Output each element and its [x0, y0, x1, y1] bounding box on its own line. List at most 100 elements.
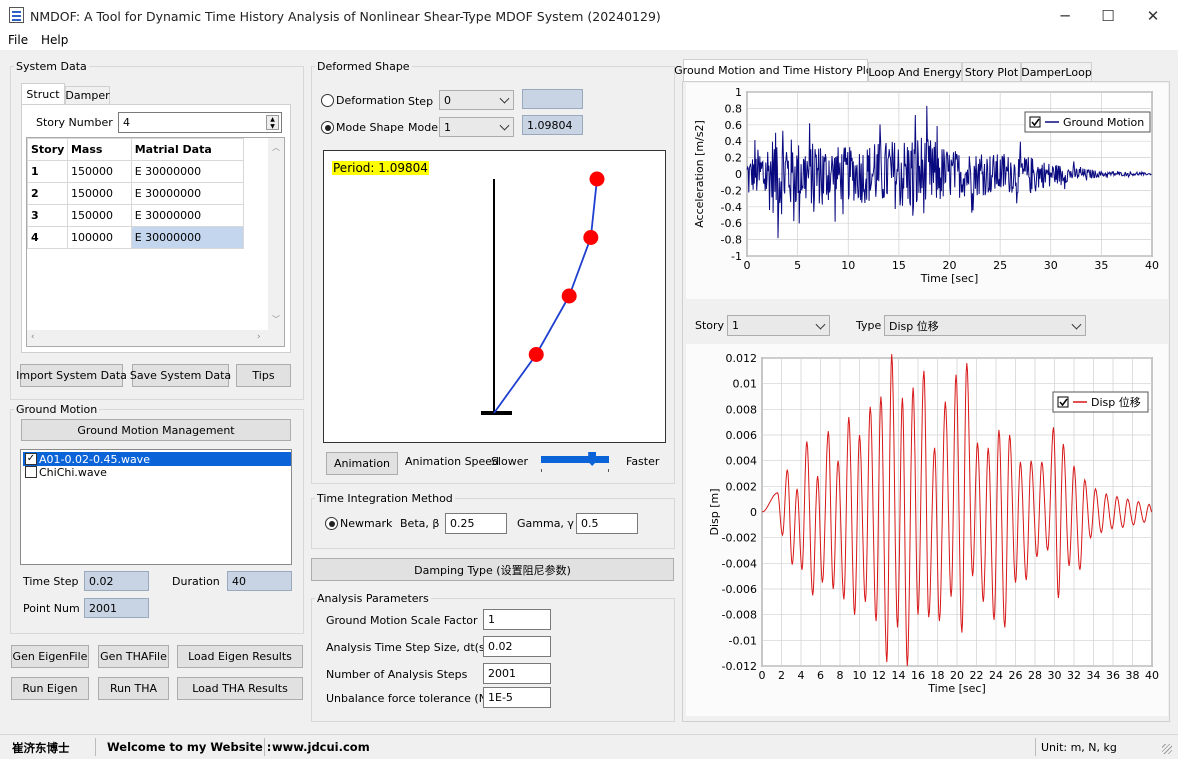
list-item[interactable]: A01-0.02-0.45.wave [39, 453, 150, 466]
point-num-field: 2001 [84, 598, 149, 618]
beta-label: Beta, β [400, 517, 440, 530]
tab-loop-energy[interactable]: Loop And Energy [868, 62, 962, 81]
cell-story[interactable]: 4 [27, 226, 68, 249]
system-data-label: System Data [14, 60, 89, 73]
cell-mass[interactable]: 150000 [66, 182, 132, 205]
step-select[interactable]: 0 [439, 90, 514, 110]
status-website-link[interactable]: www.jdcui.com [272, 740, 370, 754]
status-divider [95, 738, 96, 756]
type-select[interactable]: Disp 位移 [884, 315, 1086, 336]
cell-story[interactable]: 3 [27, 204, 68, 227]
story-select-label: Story [695, 319, 725, 332]
x-tick-label: 16 [911, 669, 925, 682]
cell-material[interactable]: E 30000000 [130, 182, 245, 205]
cell-story[interactable]: 1 [27, 160, 68, 183]
cell-material[interactable]: E 30000000 [130, 204, 245, 227]
mode-select[interactable]: 1 [439, 117, 514, 137]
slower-label: Slower [491, 455, 529, 468]
cell-mass[interactable]: 150000 [66, 160, 132, 183]
tab-damper[interactable]: Damper [65, 86, 110, 104]
scroll-down-icon[interactable]: ﹀ [272, 314, 280, 325]
time-step-size-input[interactable]: 0.02 [483, 636, 551, 657]
scroll-right-icon[interactable]: › [257, 332, 261, 342]
ground-motion-management-button[interactable]: Ground Motion Management [21, 419, 291, 441]
tab-story-plot[interactable]: Story Plot [962, 62, 1021, 81]
tab-struct[interactable]: Struct [21, 83, 65, 104]
deformation-radio[interactable] [321, 94, 334, 107]
maximize-button[interactable]: ☐ [1098, 6, 1118, 26]
gen-eigenfile-button[interactable]: Gen EigenFile [11, 645, 89, 668]
time-step-label: Time Step [23, 575, 79, 588]
y-tick-label: 0.002 [726, 480, 758, 493]
mode-shape-plot [481, 171, 605, 415]
menu-help[interactable]: Help [41, 33, 68, 47]
y-tick-label: 0 [750, 506, 757, 519]
list-checkbox[interactable] [25, 466, 37, 478]
tab-damperloop[interactable]: DamperLoop [1021, 62, 1092, 81]
y-tick-label: -0.2 [721, 184, 742, 197]
table-header-row: Story Mass Matrial Data [27, 138, 245, 161]
table-row[interactable]: 3 150000 E 30000000 [27, 204, 245, 227]
story-select[interactable]: 1 [727, 315, 830, 336]
newmark-radio[interactable] [325, 517, 338, 530]
cell-mass[interactable]: 100000 [66, 226, 132, 249]
cell-material[interactable]: E 30000000 [130, 226, 245, 249]
gen-thafile-button[interactable]: Gen THAFile [98, 645, 169, 668]
animation-speed-slider[interactable] [537, 451, 613, 475]
x-tick-label: 40 [1145, 669, 1159, 682]
close-button[interactable]: ✕ [1143, 6, 1163, 26]
cell-material[interactable]: E 30000000 [130, 160, 245, 183]
gamma-input[interactable]: 0.5 [576, 513, 638, 534]
step-select-value: 0 [444, 93, 451, 107]
x-tick-label: 8 [837, 669, 844, 682]
load-eigen-results-button[interactable]: Load Eigen Results [177, 645, 303, 668]
cell-story[interactable]: 2 [27, 182, 68, 205]
y-tick-label: 1 [735, 86, 742, 99]
story-number-spinner[interactable]: 4 ▲ ▼ [118, 112, 282, 133]
run-eigen-button[interactable]: Run Eigen [11, 677, 89, 700]
point-num-label: Point Num [23, 602, 80, 615]
scroll-left-icon[interactable]: ‹ [31, 332, 35, 342]
damping-type-button[interactable]: Damping Type (设置阻尼参数) [311, 558, 674, 581]
cell-mass[interactable]: 150000 [66, 204, 132, 227]
disp-chart-panel: 0 2 4 6 8 10 12 14 16 18 20 22 24 26 28 30 32 34 36 38 40 0.0… [686, 344, 1168, 716]
tolerance-input[interactable]: 1E-5 [483, 687, 551, 708]
x-tick-label: 6 [817, 669, 824, 682]
spinner-arrows-icon[interactable]: ▲ ▼ [266, 115, 279, 130]
slider-thumb[interactable] [588, 452, 597, 466]
y-tick-label: -0.01 [729, 634, 757, 647]
x-tick-label: 30 [1044, 259, 1058, 272]
mode-shape-radio[interactable] [321, 121, 334, 134]
time-step-field: 0.02 [84, 571, 149, 591]
import-system-data-button[interactable]: Import System Data [16, 364, 127, 387]
animation-button[interactable]: Animation [326, 452, 398, 475]
load-tha-results-button[interactable]: Load THA Results [177, 677, 303, 700]
save-system-data-button[interactable]: Save System Data [130, 364, 231, 387]
y-tick-label: 0.012 [726, 352, 758, 365]
scale-factor-input[interactable]: 1 [483, 609, 551, 630]
run-tha-button[interactable]: Run THA [98, 677, 169, 700]
beta-input[interactable]: 0.25 [445, 513, 507, 534]
menu-file[interactable]: File [8, 33, 28, 47]
list-item[interactable]: ChiChi.wave [39, 466, 107, 479]
y-tick-label: 0.8 [725, 102, 743, 115]
minimize-button[interactable]: ─ [1055, 6, 1075, 26]
newmark-label: Newmark [340, 517, 393, 530]
resize-grip-icon[interactable] [1162, 744, 1172, 754]
y-tick-label: -0.002 [722, 532, 757, 545]
table-row[interactable]: 2 150000 E 30000000 [27, 182, 245, 205]
horizontal-scrollbar[interactable]: ‹ › [27, 330, 284, 346]
x-tick-label: 5 [794, 259, 801, 272]
faster-label: Faster [626, 455, 660, 468]
tips-button[interactable]: Tips [236, 364, 291, 387]
tab-ground-motion-plot[interactable]: Ground Motion and Time History Plot [674, 59, 877, 81]
table-row[interactable]: 1 150000 E 30000000 [27, 160, 245, 183]
analysis-steps-input[interactable]: 2001 [483, 663, 551, 684]
table-row[interactable]: 4 100000 E 30000000 [27, 226, 245, 249]
vertical-scrollbar[interactable]: ︿ ﹀ [268, 138, 284, 330]
scroll-up-icon[interactable]: ︿ [272, 142, 280, 153]
title-bar: NMDOF: A Tool for Dynamic Time History A… [0, 0, 1178, 32]
list-checkbox-checked[interactable]: ✓ [25, 453, 37, 465]
mode-shape-node [583, 230, 599, 245]
x-tick-label: 10 [853, 669, 867, 682]
